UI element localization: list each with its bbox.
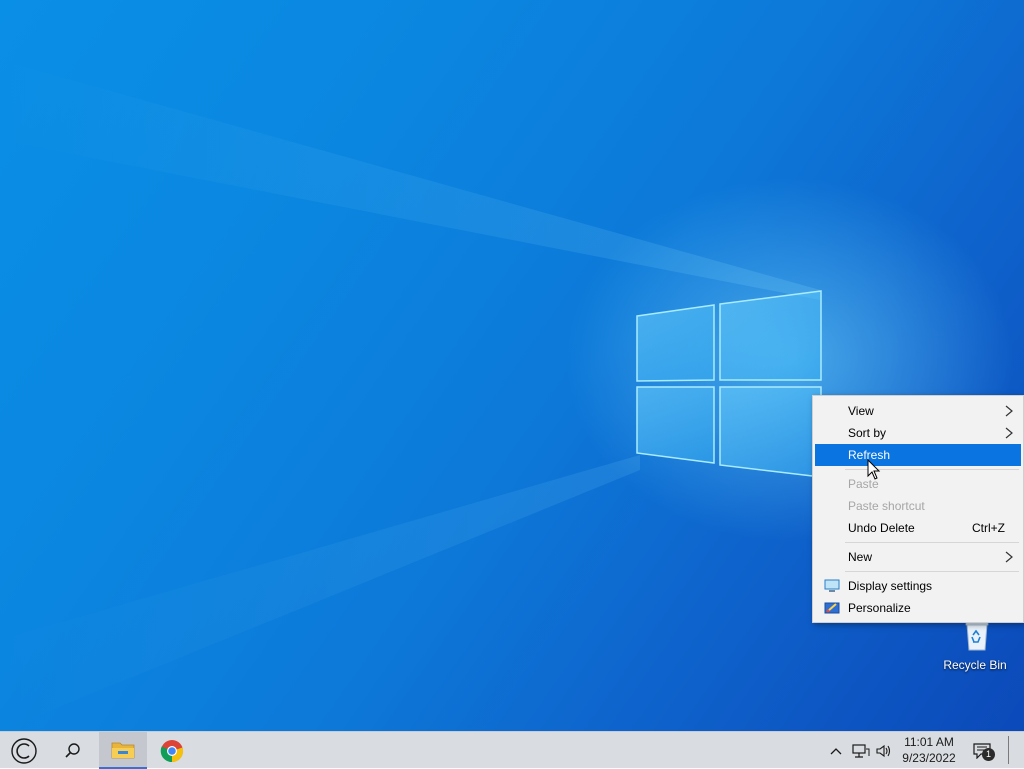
folder-icon <box>111 742 135 758</box>
menu-item-personalize[interactable]: Personalize <box>815 597 1021 619</box>
clock-time: 11:01 AM <box>904 735 954 749</box>
menu-item-label: Undo Delete <box>848 521 915 535</box>
menu-item-label: New <box>848 550 873 564</box>
chrome-icon <box>160 739 184 762</box>
tray-overflow-button[interactable] <box>826 732 846 769</box>
menu-separator <box>845 542 1019 543</box>
show-desktop-button[interactable] <box>1008 736 1009 764</box>
mouse-cursor-icon <box>867 459 881 480</box>
chevron-right-icon <box>1005 427 1013 439</box>
recycle-bin-shortcut[interactable]: Recycle Bin <box>940 620 1010 680</box>
menu-item-label: Display settings <box>848 579 933 593</box>
menu-item-undo-delete[interactable]: Undo Delete Ctrl+Z <box>815 517 1021 539</box>
search-icon <box>65 742 80 758</box>
tray-volume[interactable] <box>874 732 894 769</box>
menu-item-label: Paste shortcut <box>848 499 925 513</box>
menu-item-new[interactable]: New <box>815 546 1021 568</box>
menu-item-paste[interactable]: Paste <box>815 473 1021 495</box>
notification-count-badge: 1 <box>982 748 995 761</box>
start-circle-icon <box>11 737 37 764</box>
menu-item-refresh[interactable]: Refresh <box>815 444 1021 466</box>
chevron-right-icon <box>1005 405 1013 417</box>
menu-item-paste-shortcut[interactable]: Paste shortcut <box>815 495 1021 517</box>
volume-icon <box>876 744 891 757</box>
tray-network[interactable] <box>850 732 872 769</box>
desktop[interactable]: Recycle Bin View Sort by Refresh Paste P… <box>0 0 1024 731</box>
chevron-right-icon <box>1005 551 1013 563</box>
menu-item-sort-by[interactable]: Sort by <box>815 422 1021 444</box>
start-button[interactable] <box>0 732 48 769</box>
taskbar-file-explorer[interactable] <box>99 732 147 769</box>
desktop-context-menu: View Sort by Refresh Paste Paste shortcu… <box>812 395 1024 623</box>
menu-item-display-settings[interactable]: Display settings <box>815 575 1021 597</box>
search-button[interactable] <box>48 732 98 769</box>
chevron-up-icon <box>830 747 842 754</box>
taskbar: 11:01 AM 9/23/2022 <box>0 731 1024 769</box>
recycle-bin-label: Recycle Bin <box>943 658 1007 672</box>
menu-item-view[interactable]: View <box>815 400 1021 422</box>
menu-item-shortcut: Ctrl+Z <box>972 521 1005 535</box>
recycle-bin-icon <box>965 621 989 651</box>
menu-item-label: Personalize <box>848 601 911 615</box>
menu-item-label: Sort by <box>848 426 887 440</box>
taskbar-chrome[interactable] <box>148 732 196 769</box>
menu-item-label: View <box>848 404 874 418</box>
display-icon <box>824 579 840 592</box>
network-icon <box>852 743 870 758</box>
clock-date: 9/23/2022 <box>902 751 956 765</box>
menu-separator <box>845 571 1019 572</box>
taskbar-clock[interactable]: 11:01 AM 9/23/2022 <box>896 734 962 768</box>
personalize-icon <box>824 602 840 614</box>
